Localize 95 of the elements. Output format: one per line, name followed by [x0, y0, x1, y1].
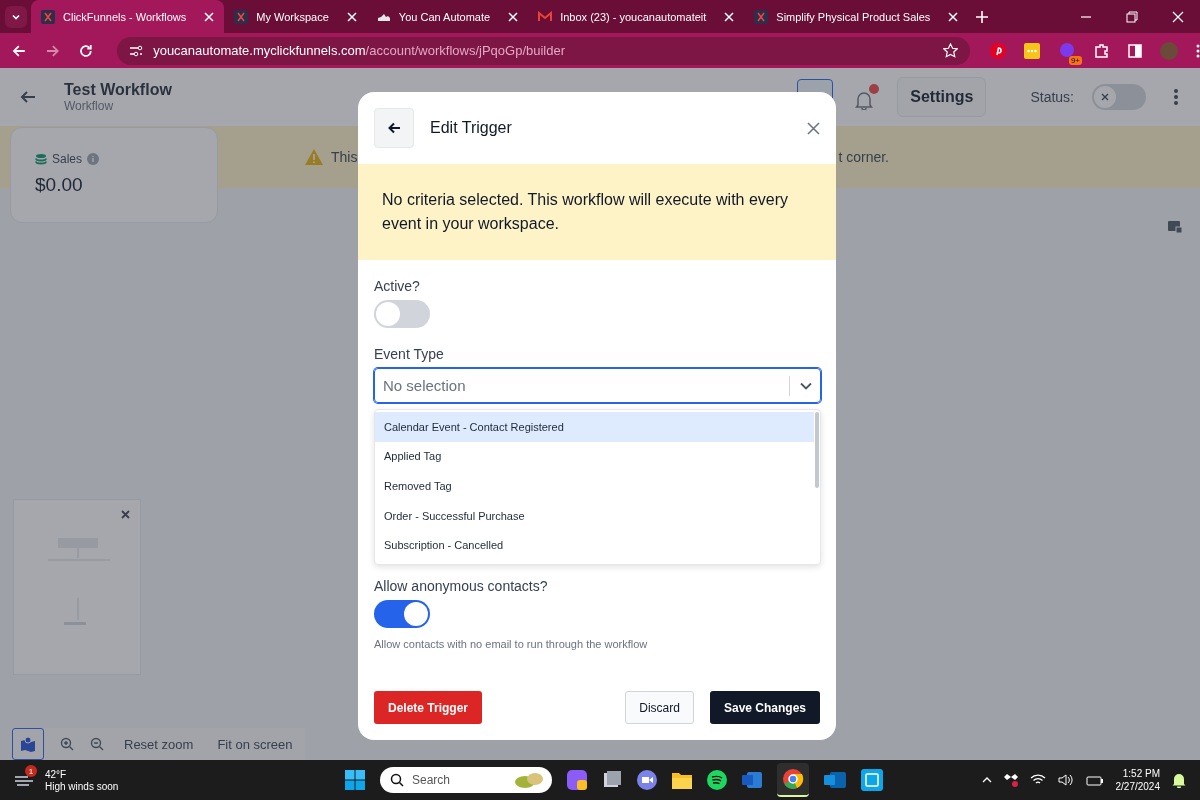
discard-button[interactable]: Discard — [625, 691, 694, 724]
tab-title: Simplify Physical Product Sales — [776, 10, 932, 23]
field-label: Event Type — [374, 346, 444, 362]
zoom-out-icon[interactable] — [90, 737, 104, 751]
dropdown-option[interactable]: Order - Successful Purchase — [375, 500, 814, 531]
temperature-text: 42°F — [45, 768, 68, 780]
tab-title: My Workspace — [256, 10, 330, 23]
tab-title: ClickFunnels - Workflows — [63, 10, 188, 23]
panel-icon[interactable] — [1167, 220, 1183, 234]
start-icon[interactable] — [345, 770, 365, 790]
side-panel-icon[interactable] — [1128, 43, 1142, 58]
star-icon[interactable] — [943, 43, 958, 58]
more-icon[interactable] — [1174, 89, 1178, 105]
back-button[interactable] — [374, 108, 414, 148]
clock-time: 1:52 PM — [1122, 768, 1160, 779]
tab-title: You Can Automate — [398, 10, 492, 23]
favicon-icon — [754, 9, 769, 24]
warning-text: t corner. — [838, 149, 889, 165]
warning-text: This — [331, 149, 358, 165]
music-app-icon[interactable] — [707, 770, 727, 790]
box-icon[interactable] — [1003, 773, 1018, 787]
search-icon — [390, 773, 404, 787]
dialog-title: Edit Trigger — [430, 119, 512, 137]
stat-value: $0.00 — [35, 174, 84, 196]
map-icon — [20, 736, 36, 752]
app-icon[interactable] — [567, 770, 587, 790]
clock-date: 2/27/2024 — [1115, 781, 1160, 792]
dropdown-option[interactable]: Applied Tag — [375, 441, 814, 472]
site-settings-icon[interactable] — [129, 44, 144, 57]
mail-app-icon[interactable] — [824, 770, 846, 790]
fit-on-screen-button[interactable]: Fit on screen — [213, 736, 297, 752]
back-icon — [387, 122, 401, 134]
anonymous-contacts-toggle[interactable] — [374, 600, 430, 628]
extension-icon[interactable] — [1024, 42, 1040, 59]
restore-icon[interactable] — [1126, 10, 1138, 23]
save-changes-button[interactable]: Save Changes — [709, 691, 820, 724]
notification-badge: 9+ — [1068, 55, 1082, 65]
settings-button[interactable]: Settings — [897, 77, 987, 117]
stat-label: Sales — [52, 152, 83, 166]
taskbar-search-field[interactable]: Search — [380, 767, 552, 793]
browser-tab[interactable]: ClickFunnels - Workflows — [31, 0, 225, 33]
browser-tab[interactable]: Simplify Physical Product Sales — [744, 0, 969, 33]
notification-badge: 1 — [25, 765, 37, 777]
wifi-icon[interactable] — [1029, 774, 1046, 786]
favicon-icon — [41, 9, 55, 24]
address-bar[interactable]: youcanautomate.myclickfunnels.com/account/workflows/jPqoGp/builder — [117, 36, 970, 65]
browser-tab[interactable]: My Workspace — [224, 0, 367, 33]
chevron-up-icon[interactable] — [981, 777, 992, 783]
field-label: Allow anonymous contacts? — [374, 578, 548, 594]
warning-icon — [305, 149, 323, 165]
workflow-title: Test Workflow — [64, 81, 172, 99]
volume-icon[interactable] — [1057, 774, 1074, 786]
folder-icon[interactable] — [672, 771, 692, 789]
notification-bell-icon[interactable] — [855, 84, 880, 110]
dropdown-option[interactable]: Subscription - Cancelled — [375, 530, 814, 560]
puzzle-icon[interactable] — [1094, 42, 1110, 59]
url-text: youcanautomate.myclickfunnels.com/account/workflows/jPqoGp/builder — [153, 43, 566, 58]
zoom-in-icon[interactable] — [60, 737, 74, 751]
tab-title: Inbox (23) - youcanautomateit — [560, 10, 708, 23]
back-icon[interactable] — [20, 90, 36, 104]
workflow-subtitle: Workflow — [64, 99, 115, 113]
mail-icon — [538, 11, 553, 22]
browser-tab[interactable]: Inbox (23) - youcanautomateit — [528, 0, 745, 33]
new-tab-icon[interactable] — [976, 10, 989, 23]
more-icon[interactable] — [1196, 43, 1200, 58]
help-text: Allow contacts with no email to run through the workflow — [374, 638, 648, 650]
favicon-icon — [234, 9, 249, 24]
video-camera-icon[interactable] — [637, 770, 657, 790]
reset-zoom-button[interactable]: Reset zoom — [120, 736, 198, 752]
pin-icon[interactable] — [990, 42, 1006, 59]
field-label: Active? — [374, 278, 420, 294]
bell-icon[interactable] — [1172, 772, 1186, 788]
app-icon[interactable] — [602, 770, 622, 790]
delete-trigger-button[interactable]: Delete Trigger — [374, 691, 483, 724]
status-label: Status: — [1030, 89, 1074, 105]
dropdown-option[interactable]: Removed Tag — [375, 471, 814, 501]
document-app-icon[interactable] — [742, 770, 762, 790]
reload-icon[interactable] — [79, 43, 94, 58]
event-type-select[interactable]: No selection — [374, 368, 821, 403]
tab-search-button[interactable] — [5, 5, 27, 28]
status-toggle[interactable] — [1092, 84, 1146, 110]
dropdown-option[interactable]: Calendar Event - Contact Registered — [375, 412, 814, 442]
forward-icon[interactable] — [45, 43, 60, 58]
forecast-text: High winds soon — [45, 780, 119, 792]
chevron-down-icon — [800, 381, 812, 390]
active-toggle[interactable] — [374, 300, 430, 328]
battery-icon[interactable] — [1085, 774, 1104, 786]
browser-icon[interactable] — [782, 768, 804, 790]
close-icon — [1101, 93, 1109, 101]
coins-icon — [35, 153, 47, 165]
notice-text: No criteria selected. This workflow will execute with every event in your workspace. — [358, 164, 836, 260]
bell-icon — [855, 90, 874, 110]
wind-icon — [15, 773, 35, 787]
nuts-icon — [514, 771, 544, 789]
browser-tab[interactable]: You Can Automate — [366, 0, 529, 33]
